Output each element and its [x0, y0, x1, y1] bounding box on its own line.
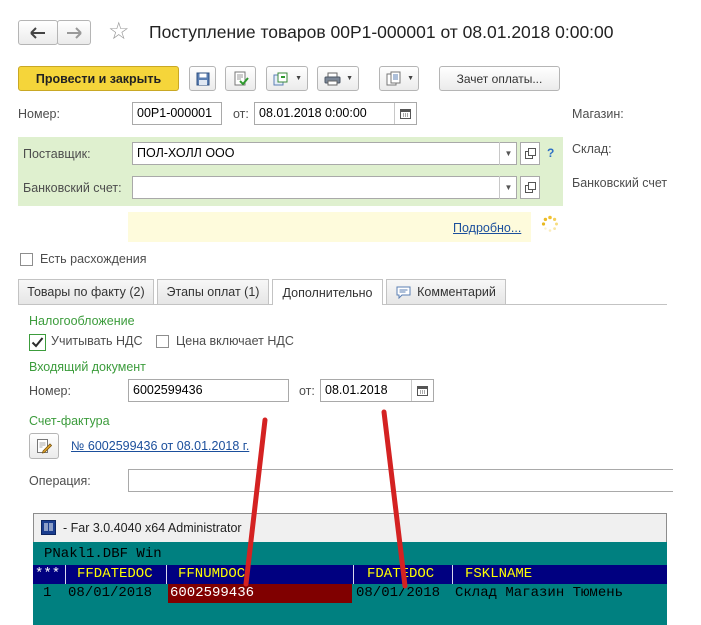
annotation-arrow-date [381, 409, 408, 589]
annotation-arrows [243, 409, 408, 589]
annotation-arrow-number [243, 417, 268, 587]
